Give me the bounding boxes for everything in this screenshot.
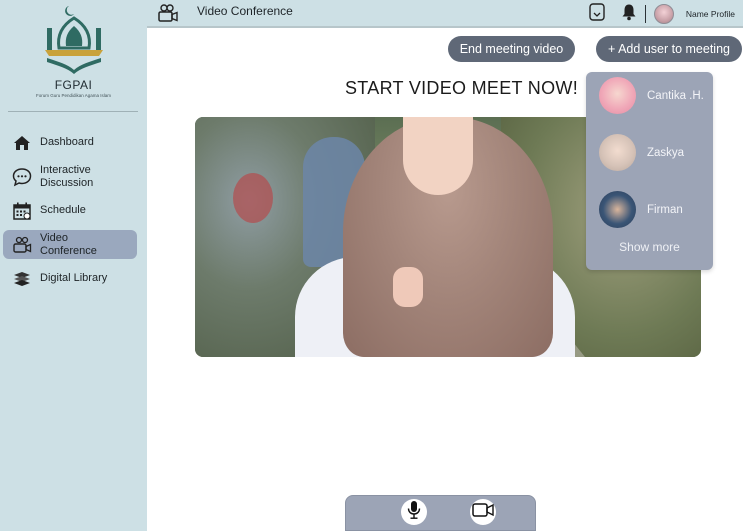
camera-icon (157, 3, 179, 28)
calendar-icon (11, 200, 33, 222)
avatar (599, 134, 636, 171)
bookmark-icon[interactable] (589, 2, 605, 26)
microphone-icon (407, 500, 421, 525)
brand-name: FGPAI (54, 78, 93, 92)
camera-button[interactable] (470, 499, 496, 525)
sidebar-item-digital-library[interactable]: Digital Library (3, 264, 137, 293)
sidebar-divider (8, 111, 138, 112)
avatar[interactable] (653, 4, 674, 24)
add-user-dropdown: Cantika .H. Zaskya Firman Show more (586, 72, 713, 270)
logo: FGPAI Forum Guru Pendidikan Agama Islam (0, 4, 147, 109)
profile-name[interactable]: Name Profile (686, 9, 735, 19)
video-camera-icon (472, 502, 494, 523)
sidebar-nav: Dashboard Interactive Discussion Schedul… (0, 128, 147, 298)
sidebar-item-label: Interactive Discussion (40, 163, 94, 189)
user-name: Zaskya (647, 146, 685, 159)
page-title: Video Conference (197, 4, 293, 18)
header-actions: Name Profile (589, 2, 735, 26)
sidebar-item-dashboard[interactable]: Dashboard (3, 128, 137, 157)
end-meeting-button[interactable]: End meeting video (448, 36, 575, 62)
sidebar-item-schedule[interactable]: Schedule (3, 196, 137, 225)
user-name: Firman (647, 203, 683, 216)
avatar (599, 191, 636, 228)
mosque-logo-icon (44, 6, 103, 74)
top-bar: Video Conference Name Profile (147, 0, 743, 28)
header-divider (644, 5, 646, 23)
meeting-heading: START VIDEO MEET NOW! (345, 78, 578, 98)
dropdown-user-item[interactable]: Cantika .H. (599, 77, 704, 114)
add-user-button[interactable]: + Add user to meeting (596, 36, 742, 62)
sidebar-item-label: Video Conference (40, 231, 97, 257)
sidebar-item-label: Dashboard (40, 136, 94, 148)
sidebar-item-label: Digital Library (40, 272, 108, 284)
dropdown-user-item[interactable]: Firman (599, 191, 683, 228)
show-more-link[interactable]: Show more (586, 240, 713, 254)
brand-subtitle: Forum Guru Pendidikan Agama Islam (35, 93, 112, 98)
avatar (599, 77, 636, 114)
video-conference-icon (11, 234, 33, 256)
sidebar-item-label: Schedule (40, 204, 86, 216)
chat-icon (11, 166, 33, 188)
dropdown-user-item[interactable]: Zaskya (599, 134, 684, 171)
sidebar-item-interactive-discussion[interactable]: Interactive Discussion (3, 162, 137, 191)
sidebar: FGPAI Forum Guru Pendidikan Agama Islam … (0, 0, 147, 531)
home-icon (11, 132, 33, 154)
app-window: FGPAI Forum Guru Pendidikan Agama Islam … (0, 0, 743, 531)
user-name: Cantika .H. (647, 89, 704, 102)
call-controls (345, 495, 536, 531)
microphone-button[interactable] (401, 499, 427, 525)
bell-icon[interactable] (621, 3, 637, 26)
sidebar-item-video-conference[interactable]: Video Conference (3, 230, 137, 259)
books-icon (11, 268, 33, 290)
